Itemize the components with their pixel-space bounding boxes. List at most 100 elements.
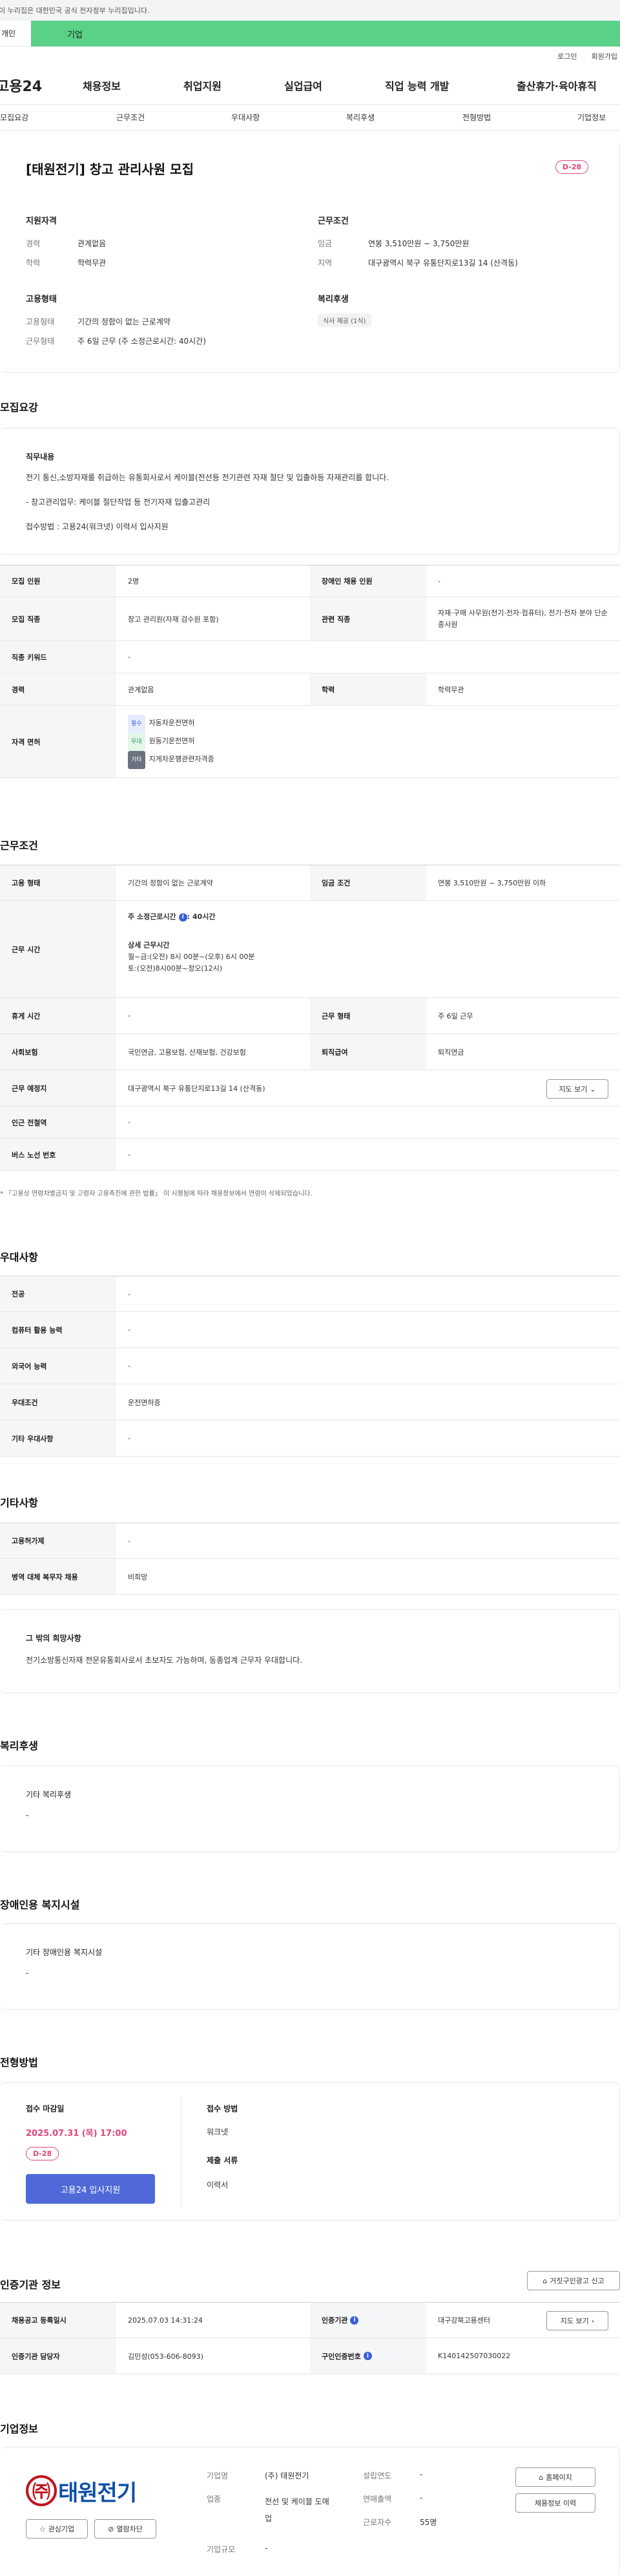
utility-links: 로그인 회원가입 xyxy=(0,47,620,66)
break-value: - xyxy=(128,1011,130,1020)
report-icon: ⌂ xyxy=(542,2276,548,2285)
star-icon: ☆ xyxy=(39,2524,46,2533)
career-label: 경력 xyxy=(0,673,116,705)
table-row: 사회보험 국민연금, 고용보험, 산재보험, 건강보험 퇴직급여 퇴직연금 xyxy=(0,1034,620,1070)
weekly-hours-value: : 40시간 xyxy=(187,913,216,921)
license-label: 자격 면허 xyxy=(0,706,116,777)
method-value: 워크넷 xyxy=(207,2127,229,2137)
table-row: 우대조건 운전면허증 xyxy=(0,1384,620,1420)
cert-no-label: 구인인증번호 i xyxy=(310,2338,426,2374)
welfare-etc-value: - xyxy=(26,1811,29,1820)
cert-no-label-text: 구인인증번호 xyxy=(322,2352,361,2361)
map-button-label: 지도 보기 xyxy=(559,1085,588,1093)
agency-map-button[interactable]: 지도 보기 › xyxy=(546,2311,608,2330)
welfare-etc-title: 기타 복리후생 xyxy=(26,1790,72,1799)
map-button[interactable]: 지도 보기 ⌄ xyxy=(546,1079,608,1099)
company-logo: ㈜ 태원전기 xyxy=(26,2471,155,2510)
agency-map-label: 지도 보기 xyxy=(560,2317,589,2325)
tab-recruit[interactable]: 모집요강 xyxy=(0,112,28,123)
qualification-title: 지원자격 xyxy=(26,216,57,226)
signup-link[interactable]: 회원가입 xyxy=(592,51,617,61)
other-heading: 기타사항 xyxy=(0,1497,38,1509)
job-history-button[interactable]: 채용정보 이력 xyxy=(515,2493,595,2513)
gnb-item-vocational-training[interactable]: 직업 능력 개발 xyxy=(385,78,449,93)
tab-preference[interactable]: 우대사항 xyxy=(231,112,260,123)
chevron-right-icon: › xyxy=(591,2316,595,2325)
tab-welfare[interactable]: 복리후생 xyxy=(346,112,375,123)
wage-value: 연봉 3,510만원 ~ 3,750만원 이하 xyxy=(438,879,546,887)
facility-title: 기타 장애인용 복지시설 xyxy=(26,1948,103,1957)
apply-button[interactable]: 고용24 입사지원 xyxy=(26,2174,155,2204)
table-row: 채용공고 등록일시 2025.07.03 14:31:24 인증기관 i 대구강북… xyxy=(0,2302,620,2338)
tab-conditions[interactable]: 근무조건 xyxy=(116,112,145,123)
workplace-label: 근무 예정지 xyxy=(0,1070,116,1106)
site-logo[interactable]: 고용24 xyxy=(0,75,74,96)
gnb-item-unemployment-benefit[interactable]: 실업급여 xyxy=(284,78,322,93)
table-row: 모집 직종 창고 관리원(자재 검수원 포함) 관련 직종 자재·구매 사무원(… xyxy=(0,597,620,641)
deadline-title: 접수 마감일 xyxy=(26,2104,65,2113)
detail-hours-title: 상세 근무시간 xyxy=(128,941,170,949)
headcount-label: 모집 인원 xyxy=(0,565,116,596)
table-row: 인근 전철역 - xyxy=(0,1106,620,1139)
table-row: 모집 인원 2명 장애인 채용 인원 - xyxy=(0,565,620,597)
tab-process[interactable]: 전형방법 xyxy=(462,112,491,123)
bus-value: - xyxy=(128,1150,130,1159)
favorite-label: 관심기업 xyxy=(48,2525,75,2533)
insurance-label: 사회보험 xyxy=(0,1034,116,1070)
major-label: 전공 xyxy=(0,1276,116,1311)
tab-company[interactable]: 기업 xyxy=(31,21,620,47)
employment-type-title: 고용형태 xyxy=(26,295,57,304)
major-value: - xyxy=(128,1289,130,1298)
bus-label: 버스 노선 번호 xyxy=(0,1139,116,1170)
company-logo-text: 태원전기 xyxy=(58,2480,137,2506)
docs-title: 제출 서류 xyxy=(207,2156,238,2165)
login-link[interactable]: 로그인 xyxy=(557,51,577,61)
homepage-button[interactable]: ⌂ 홈페이지 xyxy=(515,2467,595,2487)
duty-text: 전기 통신,소방자재를 취급하는 유통회사로서 케이블(전선등 전기관련 자재 … xyxy=(26,473,389,482)
gnb-item-parental-leave[interactable]: 출산휴가·육아휴직 xyxy=(517,78,597,93)
report-fake-ad-button[interactable]: ⌂ 거짓구인광고 신고 xyxy=(527,2271,620,2290)
table-row: 기타 우대사항 - xyxy=(0,1420,620,1457)
table-row: 병역 대체 복무자 채용 비희망 xyxy=(0,1559,620,1595)
table-row: 직종 키워드 - xyxy=(0,641,620,673)
company-heading: 기업정보 xyxy=(0,2423,38,2435)
license-name: 자동차운전면허 xyxy=(149,719,195,727)
weekly-hours: 주 소정근로시간 i: 40시간 xyxy=(128,911,620,923)
report-button-label: 거짓구인광고 신고 xyxy=(550,2277,604,2285)
block-view-button[interactable]: ⊘ 열람차단 xyxy=(94,2519,156,2539)
tab-personal[interactable]: 개인 xyxy=(0,21,31,47)
sales-value: - xyxy=(420,2493,423,2502)
page: 이 누리집은 대한민국 공식 전자정부 누리집입니다. 개인 기업 로그인 회원… xyxy=(0,0,620,2576)
gnb-item-employment-support[interactable]: 취업지원 xyxy=(183,78,222,93)
tab-company-label: 기업 xyxy=(67,30,83,40)
emptype-value: 기간의 정함이 없는 근로계약 xyxy=(128,879,213,887)
welfare-box xyxy=(0,1766,620,1852)
education-label: 학력 xyxy=(310,673,426,705)
facility-box xyxy=(0,1923,620,2010)
gnb-item-jobs[interactable]: 채용정보 xyxy=(83,78,121,93)
prefer-cond-value: 운전면허증 xyxy=(128,1398,161,1407)
table-row: 근무 예정지 대구광역시 북구 유통단지로13길 14 (산격동) xyxy=(0,1070,620,1106)
facility-value: - xyxy=(26,1969,29,1978)
info-icon[interactable]: i xyxy=(350,2316,359,2325)
detail-hours-saturday: 토:(오전)8시00분~정오(12시) xyxy=(128,964,223,973)
worktype-value: 주 6일 근무 (주 소정근로시간: 40시간) xyxy=(78,337,206,346)
info-icon[interactable]: i xyxy=(363,2352,372,2360)
retirement-label: 퇴직급여 xyxy=(310,1034,426,1070)
prefer-cond-label: 우대조건 xyxy=(0,1384,116,1420)
table-row: 자격 면허 필수 자동차운전면허 우대 원동기운전면허 기타 지게차운행관련자격증 xyxy=(0,706,620,778)
license-name: 원동기운전면허 xyxy=(149,737,195,745)
language-label: 외국어 능력 xyxy=(0,1348,116,1384)
headcount-value: 2명 xyxy=(128,577,140,586)
hours-detail: 주 소정근로시간 i: 40시간 상세 근무시간 월~금:(오전) 8시 00분~… xyxy=(116,901,620,997)
table-row: 버스 노선 번호 - xyxy=(0,1139,620,1171)
table-row: 외국어 능력 - xyxy=(0,1348,620,1384)
computer-label: 컴퓨터 활용 능력 xyxy=(0,1312,116,1347)
employees-value: 55명 xyxy=(420,2518,437,2527)
recruit-heading: 모집요강 xyxy=(0,401,38,414)
welfare-heading: 복리후생 xyxy=(0,1740,38,1752)
emptype-label: 고용 형태 xyxy=(0,865,116,900)
tab-company-info[interactable]: 기업정보 xyxy=(577,112,606,123)
favorite-company-button[interactable]: ☆ 관심기업 xyxy=(26,2519,88,2539)
info-icon[interactable]: i xyxy=(178,913,187,922)
